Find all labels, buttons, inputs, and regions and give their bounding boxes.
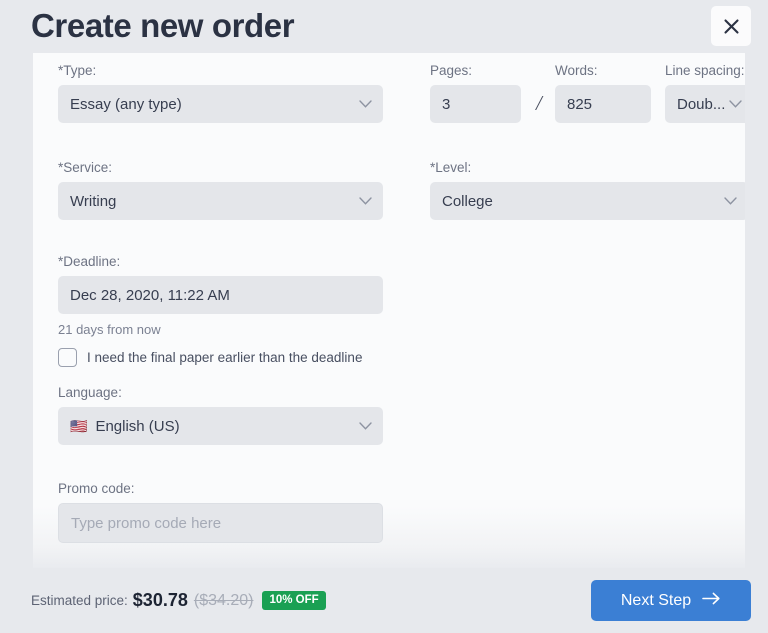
level-label: *Level: bbox=[430, 160, 472, 175]
pages-label: Pages: bbox=[430, 63, 473, 78]
service-value: Writing bbox=[70, 192, 117, 210]
field-group-type: *Type: Essay (any type) bbox=[58, 63, 383, 123]
deadline-hint: 21 days from now bbox=[58, 322, 161, 337]
words-label: Words: bbox=[555, 63, 598, 78]
chevron-down-icon bbox=[724, 192, 737, 210]
price-caption: Estimated price: bbox=[31, 593, 128, 608]
field-group-deadline: *Deadline: Dec 28, 2020, 11:22 AM 21 day… bbox=[58, 254, 383, 367]
level-value: College bbox=[442, 192, 493, 210]
line-spacing-label: Line spacing: bbox=[665, 63, 745, 78]
deadline-field[interactable]: Dec 28, 2020, 11:22 AM bbox=[58, 276, 383, 314]
earlier-deadline-checkbox[interactable] bbox=[58, 348, 77, 367]
page-title: Create new order bbox=[31, 7, 295, 44]
service-select[interactable]: Writing bbox=[58, 182, 383, 220]
level-select[interactable]: College bbox=[430, 182, 745, 220]
promo-code-input[interactable] bbox=[58, 503, 383, 543]
type-value: Essay (any type) bbox=[70, 95, 182, 113]
type-label: *Type: bbox=[58, 63, 97, 78]
close-icon bbox=[723, 18, 740, 35]
service-label: *Service: bbox=[58, 160, 113, 175]
pages-input[interactable] bbox=[430, 85, 521, 123]
language-value: English (US) bbox=[95, 417, 180, 435]
words-input[interactable] bbox=[555, 85, 651, 123]
pages-words-separator: / bbox=[536, 91, 542, 115]
line-spacing-value: Doub... bbox=[677, 95, 726, 113]
price-current: $30.78 bbox=[132, 590, 188, 610]
modal-header: Create new order bbox=[0, 0, 768, 56]
language-select[interactable]: 🇺🇸 English (US) bbox=[58, 407, 383, 445]
deadline-value: Dec 28, 2020, 11:22 AM bbox=[70, 286, 230, 304]
language-label: Language: bbox=[58, 385, 122, 400]
discount-badge: 10% OFF bbox=[262, 590, 326, 611]
chevron-down-icon bbox=[359, 192, 372, 210]
field-group-language: Language: 🇺🇸 English (US) bbox=[58, 385, 383, 445]
promo-code-label: Promo code: bbox=[58, 481, 135, 496]
estimated-price-block: Estimated price: $30.78 ($34.20) 10% OFF bbox=[31, 590, 326, 611]
close-button[interactable] bbox=[711, 6, 751, 46]
chevron-down-icon bbox=[359, 95, 372, 113]
arrow-right-icon bbox=[702, 592, 721, 610]
row-type-pages-words-spacing: *Type: Essay (any type) Pages: / Words: … bbox=[58, 63, 745, 123]
field-group-line-spacing: Line spacing: Doub... bbox=[665, 63, 745, 123]
field-group-level: *Level: College bbox=[430, 160, 745, 220]
field-group-words: Words: bbox=[555, 63, 651, 123]
field-group-promo-code: Promo code: bbox=[58, 481, 383, 543]
earlier-deadline-label: I need the final paper earlier than the … bbox=[87, 350, 363, 365]
us-flag-icon: 🇺🇸 bbox=[70, 418, 88, 434]
next-step-label: Next Step bbox=[620, 591, 692, 609]
price-original: ($34.20) bbox=[193, 591, 254, 609]
field-group-service: *Service: Writing bbox=[58, 160, 383, 220]
field-group-pages: Pages: bbox=[430, 63, 521, 123]
order-form-panel: *Type: Essay (any type) Pages: / Words: … bbox=[33, 53, 745, 568]
earlier-deadline-checkbox-row[interactable]: I need the final paper earlier than the … bbox=[58, 348, 383, 367]
chevron-down-icon bbox=[359, 417, 372, 435]
line-spacing-select[interactable]: Doub... bbox=[665, 85, 745, 123]
deadline-label: *Deadline: bbox=[58, 254, 121, 269]
type-select[interactable]: Essay (any type) bbox=[58, 85, 383, 123]
next-step-button[interactable]: Next Step bbox=[591, 580, 751, 621]
